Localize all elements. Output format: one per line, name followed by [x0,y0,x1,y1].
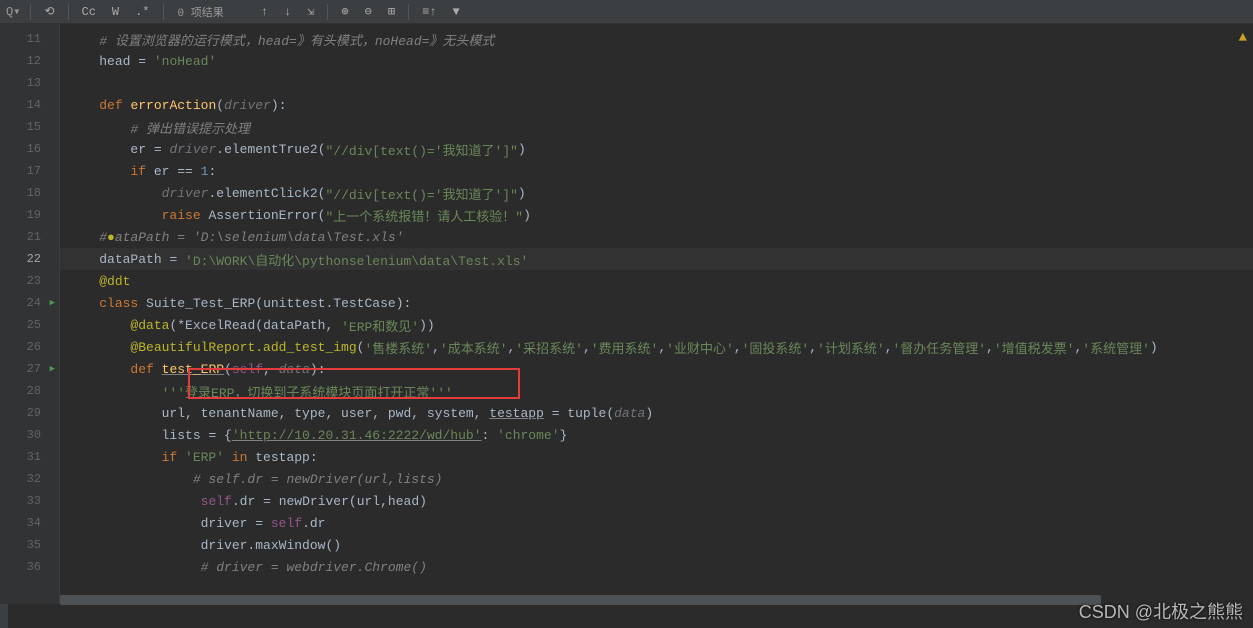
code-line[interactable]: # 设置浏览器的运行模式，head=》有头模式，noHead=》无头模式 [60,28,1253,50]
line-number: 15 [0,116,59,138]
code-line[interactable]: @BeautifulReport.add_test_img('售楼系统','成本… [60,336,1253,358]
separator [408,4,409,20]
up-icon[interactable]: ↑ [258,5,271,19]
separator [163,4,164,20]
line-number: 32 [0,468,59,490]
code-line[interactable]: ⊟ def test_ERP(self, data): [60,358,1253,380]
settings-icon[interactable]: ≡↑ [419,5,439,19]
line-number: 11 [0,28,59,50]
line-number: 36 [0,556,59,578]
code-line[interactable]: # 弹出错误提示处理 [60,116,1253,138]
add-selection-icon[interactable]: ⊕ [338,4,351,19]
line-number: 17 [0,160,59,182]
code-line[interactable]: driver.elementClick2("//div[text()='我知道了… [60,182,1253,204]
line-number: 12 [0,50,59,72]
code-line[interactable]: url, tenantName, type, user, pwd, system… [60,402,1253,424]
line-number: 35 [0,534,59,556]
separator [68,4,69,20]
prev-occ-icon[interactable]: ⟲ [41,4,57,19]
words-button[interactable]: W [109,5,122,19]
separator [327,4,328,20]
line-number: 29 [0,402,59,424]
run-gutter-icon[interactable]: ▶ [50,298,55,308]
line-number: 25 [0,314,59,336]
code-line[interactable]: ⊟ class Suite_Test_ERP(unittest.TestCase… [60,292,1253,314]
code-line[interactable]: driver.maxWindow() [60,534,1253,556]
line-number: 33 [0,490,59,512]
line-number: 28 [0,380,59,402]
code-line[interactable] [60,72,1253,94]
code-line[interactable]: #●ataPath = 'D:\selenium\data\Test.xls' [60,226,1253,248]
line-number: 21 [0,226,59,248]
remove-selection-icon[interactable]: ⊖ [362,4,375,19]
code-line[interactable]: ⊟ if 'ERP' in testapp: [60,446,1253,468]
code-line[interactable]: lists = {'http://10.20.31.46:2222/wd/hub… [60,424,1253,446]
code-line[interactable]: # driver = webdriver.Chrome() [60,556,1253,578]
line-number: 30 [0,424,59,446]
search-icon[interactable]: Q▾ [6,4,20,19]
code-line[interactable]: dataPath = 'D:\WORK\自动化\pythonselenium\d… [60,248,1253,270]
gutter: 11121314151617181921222324▶252627▶282930… [0,24,60,604]
code-area[interactable]: ▲ # 设置浏览器的运行模式，head=》有头模式，noHead=》无头模式 h… [60,24,1253,604]
scrollbar-thumb[interactable] [60,595,1101,605]
line-number: 26 [0,336,59,358]
code-line[interactable]: @ddt [60,270,1253,292]
horizontal-scrollbar[interactable] [60,594,1243,606]
match-case-button[interactable]: Cc [79,5,99,19]
regex-button[interactable]: .* [132,5,152,19]
code-line[interactable]: ⊟ def errorAction(driver): [60,94,1253,116]
select-all-icon[interactable]: ⇲ [304,4,317,19]
line-number: 16 [0,138,59,160]
code-line[interactable]: driver = self.dr [60,512,1253,534]
down-icon[interactable]: ↓ [281,5,294,19]
separator [30,4,31,20]
code-line[interactable]: head = 'noHead' [60,50,1253,72]
line-number: 22 [0,248,59,270]
line-number: 31 [0,446,59,468]
filter-icon[interactable]: ▼ [449,5,462,19]
code-line[interactable]: er = driver.elementTrue2("//div[text()='… [60,138,1253,160]
editor[interactable]: 11121314151617181921222324▶252627▶282930… [0,24,1253,604]
line-number: 27▶ [0,358,59,380]
line-number: 24▶ [0,292,59,314]
line-number: 14 [0,94,59,116]
code-line[interactable]: '''登录ERP，切换到子系统模块页面打开正常''' [60,380,1253,402]
results-count: 0 项结果 [178,4,224,20]
code-line[interactable]: # self.dr = newDriver(url,lists) [60,468,1253,490]
line-number: 34 [0,512,59,534]
code-line[interactable]: @data(*ExcelRead(dataPath, 'ERP和数见')) [60,314,1253,336]
code-line[interactable]: self.dr = newDriver(url,head) [60,490,1253,512]
code-line[interactable]: raise AssertionError("上一个系统报错！请人工核验！") [60,204,1253,226]
line-number: 23 [0,270,59,292]
line-number: 18 [0,182,59,204]
code-line[interactable]: ⊟ if er == 1: [60,160,1253,182]
line-number: 19 [0,204,59,226]
line-number: 13 [0,72,59,94]
find-toolbar: Q▾ ⟲ Cc W .* 0 项结果 ↑ ↓ ⇲ ⊕ ⊖ ⊞ ≡↑ ▼ [0,0,1253,24]
run-gutter-icon[interactable]: ▶ [50,364,55,374]
select-occurrences-icon[interactable]: ⊞ [385,4,398,19]
